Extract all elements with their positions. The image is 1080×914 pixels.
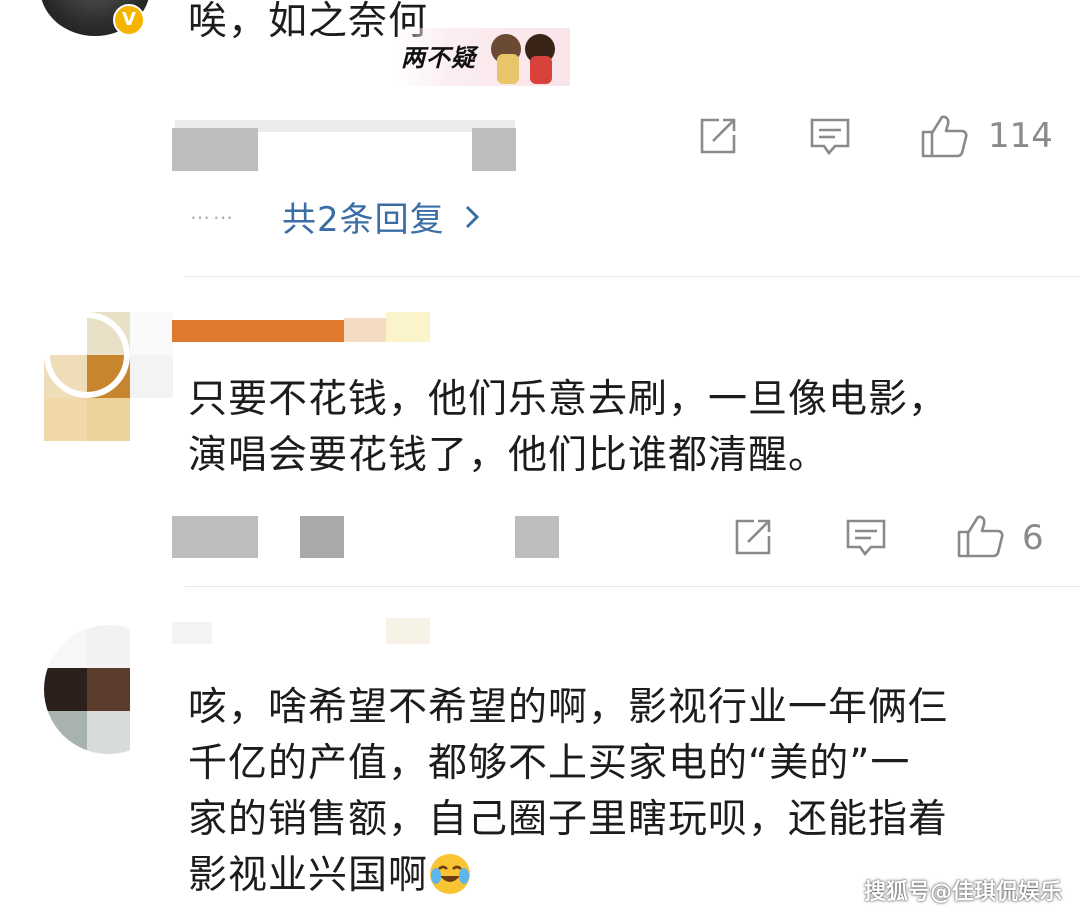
share-icon[interactable] xyxy=(697,115,739,157)
replies-label: 共2条回复 xyxy=(282,200,445,240)
verified-badge-icon: V xyxy=(113,4,145,36)
chevron-right-icon xyxy=(465,205,479,228)
sticker-label: 两不疑 xyxy=(401,43,476,72)
comment-text: 只要不花钱，他们乐意去刷，一旦像电影， 演唱会要花钱了，他们比谁都清醒。 xyxy=(188,372,948,484)
like-count: 6 xyxy=(1022,518,1044,558)
comment-line: 影视业兴国啊 xyxy=(188,848,948,904)
comment-meta xyxy=(300,516,344,558)
replies-dots: …… xyxy=(190,200,236,224)
like-count: 114 xyxy=(988,116,1053,156)
like-icon[interactable] xyxy=(956,512,1004,560)
divider xyxy=(185,586,1080,587)
crying-laughing-emoji xyxy=(430,854,471,894)
comment-line-text: 影视业兴国啊 xyxy=(188,853,429,898)
comment-icon[interactable] xyxy=(844,516,888,560)
comment-text: 咳，啥希望不希望的啊，影视行业一年俩仨 千亿的产值，都够不上买家电的“美的”一 … xyxy=(188,680,948,904)
watermark: 搜狐号@佳琪侃娱乐 xyxy=(863,880,1062,905)
username[interactable] xyxy=(172,320,344,342)
divider xyxy=(185,276,1080,277)
comment-icon[interactable] xyxy=(808,115,852,159)
comment-line: 千亿的产值，都够不上买家电的“美的”一 xyxy=(188,741,911,786)
share-icon[interactable] xyxy=(732,516,774,558)
comment-text: 唉，如之奈何 xyxy=(188,0,429,44)
avatar[interactable] xyxy=(44,625,173,754)
sticker-image: 两不疑 xyxy=(395,28,570,86)
comment-meta xyxy=(515,516,559,558)
avatar[interactable] xyxy=(44,312,173,441)
level-badge xyxy=(386,618,430,644)
comment-meta xyxy=(172,128,258,171)
comment-line: 咳，啥希望不希望的啊，影视行业一年俩仨 xyxy=(188,685,949,730)
username xyxy=(344,318,386,342)
comment-line: 只要不花钱，他们乐意去刷，一旦像电影， xyxy=(188,377,949,422)
comment-meta xyxy=(172,516,258,558)
comment-meta xyxy=(472,128,516,171)
view-replies-link[interactable]: 共2条回复 xyxy=(282,192,481,241)
comment-line: 家的销售额，自己圈子里瞎玩呗，还能指着 xyxy=(188,797,949,842)
username[interactable] xyxy=(172,622,212,644)
level-badge xyxy=(386,312,430,342)
like-icon[interactable] xyxy=(920,112,968,160)
comment-line: 演唱会要花钱了，他们比谁都清醒。 xyxy=(188,433,829,478)
